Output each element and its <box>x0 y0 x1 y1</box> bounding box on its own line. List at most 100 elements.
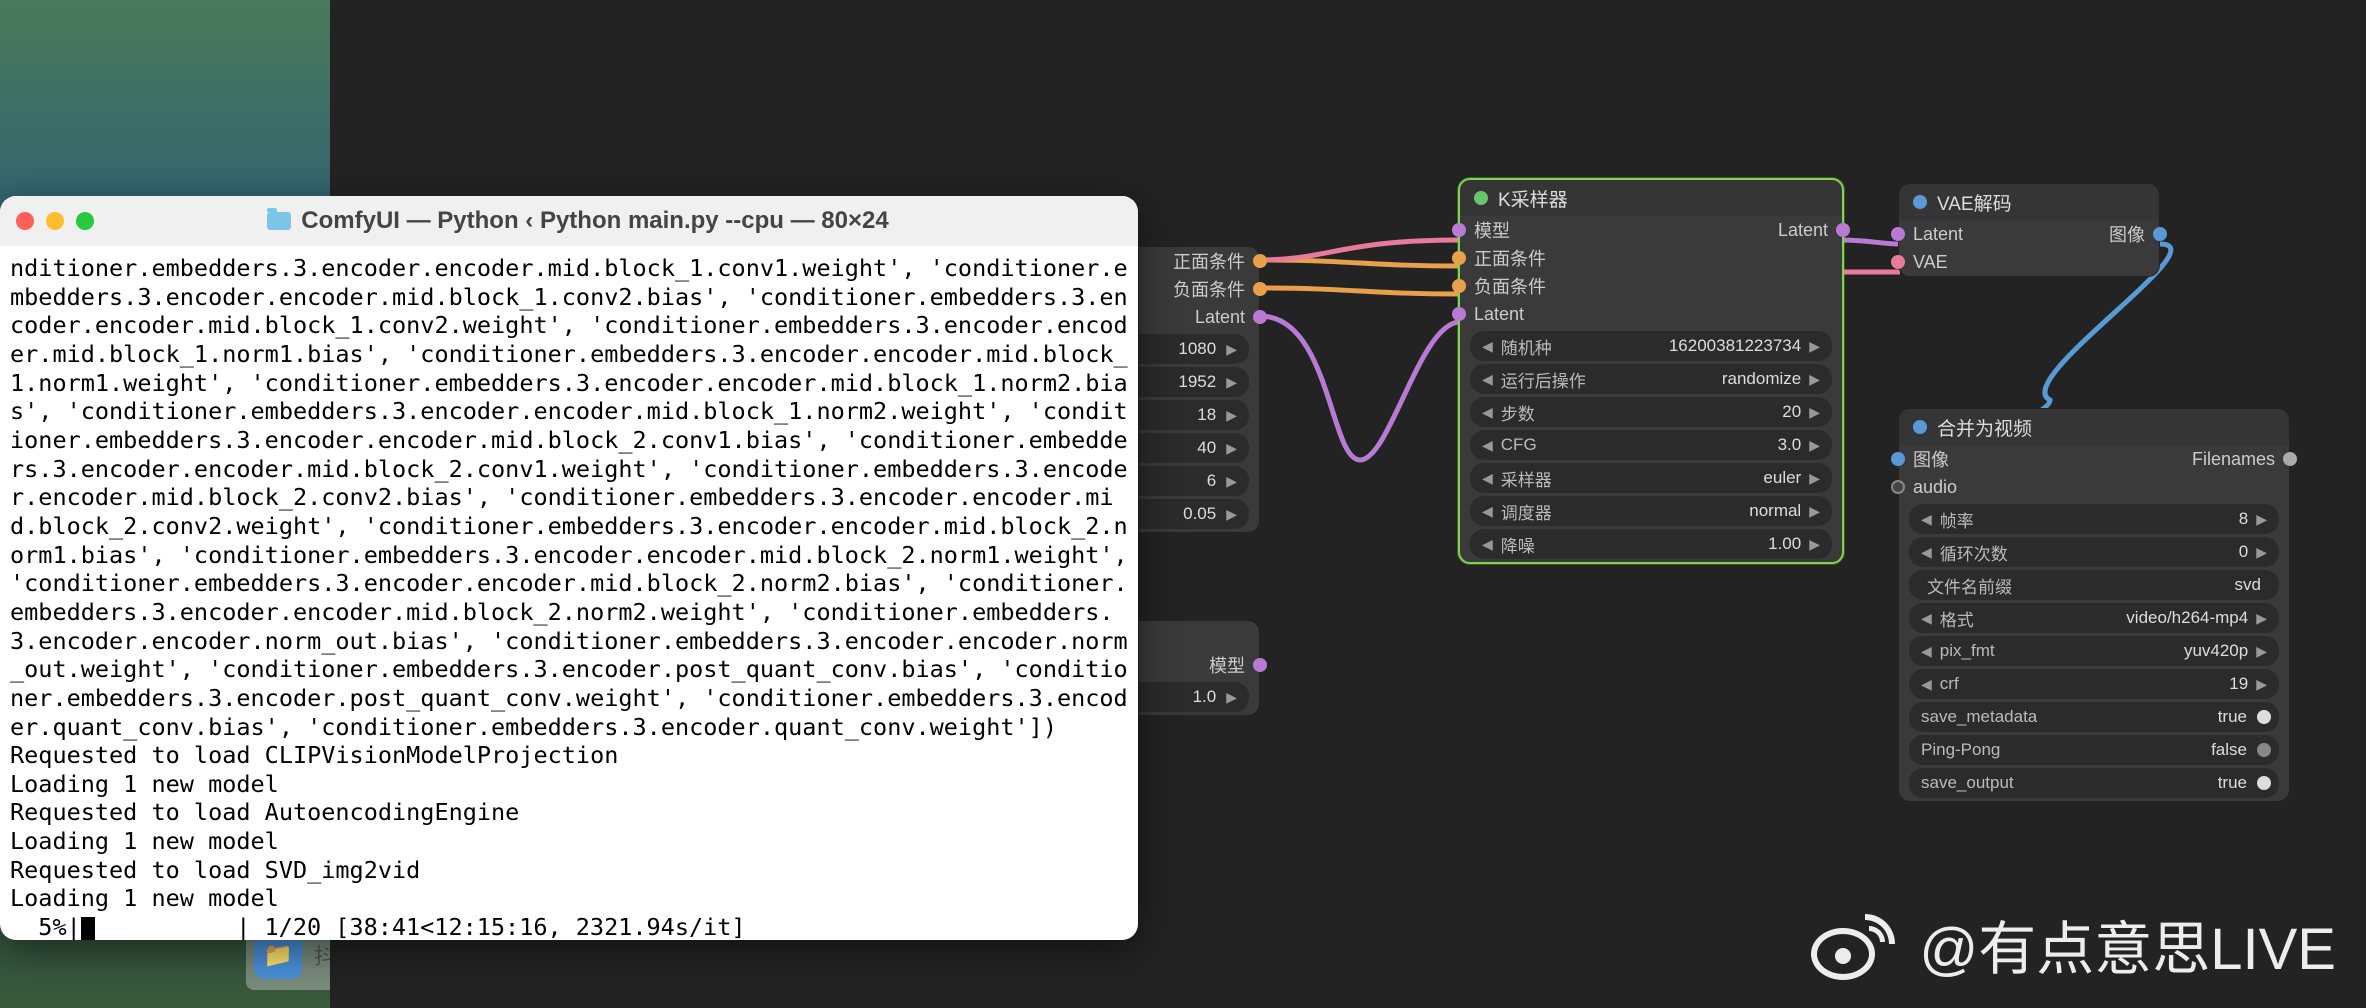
partial-node-bottom[interactable]: 模型 1.0▶ <box>1138 620 1260 716</box>
ksampler-widget-6[interactable]: ◀降噪1.00▶ <box>1470 529 1832 559</box>
widget-1952[interactable]: 1952▶ <box>1139 367 1249 397</box>
arrow-left-icon[interactable]: ◀ <box>1917 676 1936 693</box>
cursor-icon <box>81 917 95 940</box>
ksampler-widget-0[interactable]: ◀随机种16200381223734▶ <box>1470 331 1832 361</box>
vae-vae-row: VAE <box>1899 248 2159 276</box>
port-model-in[interactable] <box>1452 223 1466 237</box>
vc-widget-2[interactable]: 文件名前缀svd <box>1909 570 2279 600</box>
partial-node-top[interactable]: 正面条件 负面条件 Latent 1080▶ 1952▶ 18▶ 40▶ 6▶ … <box>1138 246 1260 533</box>
vc-widget-1[interactable]: ◀循环次数0▶ <box>1909 537 2279 567</box>
arrow-right-icon[interactable]: ▶ <box>1805 470 1824 487</box>
arrow-left-icon[interactable]: ◀ <box>1917 610 1936 627</box>
arrow-right-icon[interactable]: ▶ <box>1216 473 1241 490</box>
vc-widget-7[interactable]: Ping-Pongfalse <box>1909 735 2279 765</box>
ksampler-node[interactable]: K采样器 模型 Latent 正面条件 负面条件 Latent ◀随机种1620… <box>1458 178 1844 564</box>
port-latent-in[interactable] <box>1891 227 1905 241</box>
status-dot-icon <box>1913 420 1927 434</box>
arrow-left-icon[interactable]: ◀ <box>1917 643 1936 660</box>
vc-audio-row: audio <box>1899 473 2289 501</box>
arrow-left-icon[interactable]: ◀ <box>1478 437 1497 454</box>
arrow-right-icon[interactable]: ▶ <box>1216 374 1241 391</box>
widget-10[interactable]: 1.0▶ <box>1139 682 1249 712</box>
ksampler-widget-5[interactable]: ◀调度器normal▶ <box>1470 496 1832 526</box>
port-negative[interactable] <box>1253 282 1267 296</box>
vc-image-row: 图像 Filenames <box>1899 445 2289 473</box>
ksampler-widget-3[interactable]: ◀CFG3.0▶ <box>1470 430 1832 460</box>
toggle-icon[interactable] <box>2257 743 2271 757</box>
arrow-left-icon[interactable]: ◀ <box>1478 536 1497 553</box>
arrow-right-icon[interactable]: ▶ <box>1805 404 1824 421</box>
port-latent-in[interactable] <box>1452 307 1466 321</box>
port-vae-in[interactable] <box>1891 255 1905 269</box>
maximize-icon[interactable] <box>76 212 94 230</box>
vae-image-out-label: 图像 <box>2109 221 2145 247</box>
widget-1080[interactable]: 1080▶ <box>1139 334 1249 364</box>
terminal-window[interactable]: ComfyUI — Python ‹ Python main.py --cpu … <box>0 196 1138 940</box>
arrow-left-icon[interactable]: ◀ <box>1917 544 1936 561</box>
arrow-left-icon[interactable]: ◀ <box>1917 511 1936 528</box>
arrow-left-icon[interactable]: ◀ <box>1478 338 1497 355</box>
arrow-left-icon[interactable]: ◀ <box>1478 371 1497 388</box>
port-image-in[interactable] <box>1891 452 1905 466</box>
port-positive-in[interactable] <box>1452 251 1466 265</box>
vae-latent-row: Latent 图像 <box>1899 220 2159 248</box>
arrow-right-icon[interactable]: ▶ <box>2252 610 2271 627</box>
vae-decode-title: VAE解码 <box>1937 189 2012 216</box>
arrow-right-icon[interactable]: ▶ <box>2252 643 2271 660</box>
vc-widget-6[interactable]: save_metadatatrue <box>1909 702 2279 732</box>
ksampler-widget-1[interactable]: ◀运行后操作randomize▶ <box>1470 364 1832 394</box>
toggle-icon[interactable] <box>2257 710 2271 724</box>
port-audio-in[interactable] <box>1891 480 1905 494</box>
arrow-left-icon[interactable]: ◀ <box>1478 470 1497 487</box>
input-negative: 负面条件 <box>1460 272 1842 300</box>
arrow-right-icon[interactable]: ▶ <box>2252 511 2271 528</box>
output-negative: 负面条件 <box>1139 275 1259 303</box>
input-latent: Latent <box>1460 300 1842 328</box>
terminal-body[interactable]: nditioner.embedders.3.encoder.encoder.mi… <box>0 246 1138 940</box>
arrow-left-icon[interactable]: ◀ <box>1478 404 1497 421</box>
widget-005[interactable]: 0.05▶ <box>1139 499 1249 529</box>
ksampler-widget-4[interactable]: ◀采样器euler▶ <box>1470 463 1832 493</box>
input-model: 模型 Latent <box>1460 216 1842 244</box>
video-combine-header[interactable]: 合并为视频 <box>1899 409 2289 445</box>
arrow-right-icon[interactable]: ▶ <box>2252 544 2271 561</box>
port-latent[interactable] <box>1253 310 1267 324</box>
status-dot-icon <box>1474 191 1488 205</box>
widget-18[interactable]: 18▶ <box>1139 400 1249 430</box>
port-image-out[interactable] <box>2153 227 2167 241</box>
ksampler-header[interactable]: K采样器 <box>1460 180 1842 216</box>
widget-6[interactable]: 6▶ <box>1139 466 1249 496</box>
port-model[interactable] <box>1253 658 1267 672</box>
port-filenames-out[interactable] <box>2283 452 2297 466</box>
arrow-right-icon[interactable]: ▶ <box>1805 338 1824 355</box>
widget-40[interactable]: 40▶ <box>1139 433 1249 463</box>
vc-widget-0[interactable]: ◀帧率8▶ <box>1909 504 2279 534</box>
arrow-right-icon[interactable]: ▶ <box>1216 341 1241 358</box>
video-combine-node[interactable]: 合并为视频 图像 Filenames audio ◀帧率8▶◀循环次数0▶文件名… <box>1898 408 2290 802</box>
arrow-right-icon[interactable]: ▶ <box>1216 440 1241 457</box>
arrow-right-icon[interactable]: ▶ <box>2252 676 2271 693</box>
port-positive[interactable] <box>1253 254 1267 268</box>
vae-decode-header[interactable]: VAE解码 <box>1899 184 2159 220</box>
close-icon[interactable] <box>16 212 34 230</box>
ksampler-widget-2[interactable]: ◀步数20▶ <box>1470 397 1832 427</box>
vc-widget-3[interactable]: ◀格式video/h264-mp4▶ <box>1909 603 2279 633</box>
arrow-right-icon[interactable]: ▶ <box>1805 503 1824 520</box>
toggle-icon[interactable] <box>2257 776 2271 790</box>
terminal-titlebar[interactable]: ComfyUI — Python ‹ Python main.py --cpu … <box>0 196 1138 246</box>
minimize-icon[interactable] <box>46 212 64 230</box>
arrow-right-icon[interactable]: ▶ <box>1216 407 1241 424</box>
vc-widget-8[interactable]: save_outputtrue <box>1909 768 2279 798</box>
port-negative-in[interactable] <box>1452 279 1466 293</box>
vae-decode-node[interactable]: VAE解码 Latent 图像 VAE <box>1898 183 2160 277</box>
vc-widget-4[interactable]: ◀pix_fmtyuv420p▶ <box>1909 636 2279 666</box>
arrow-right-icon[interactable]: ▶ <box>1216 689 1241 706</box>
arrow-left-icon[interactable]: ◀ <box>1478 503 1497 520</box>
arrow-right-icon[interactable]: ▶ <box>1216 506 1241 523</box>
arrow-right-icon[interactable]: ▶ <box>1805 371 1824 388</box>
arrow-right-icon[interactable]: ▶ <box>1805 437 1824 454</box>
arrow-right-icon[interactable]: ▶ <box>1805 536 1824 553</box>
weibo-icon <box>1811 908 1901 980</box>
vc-widget-5[interactable]: ◀crf19▶ <box>1909 669 2279 699</box>
port-latent-out[interactable] <box>1836 223 1850 237</box>
